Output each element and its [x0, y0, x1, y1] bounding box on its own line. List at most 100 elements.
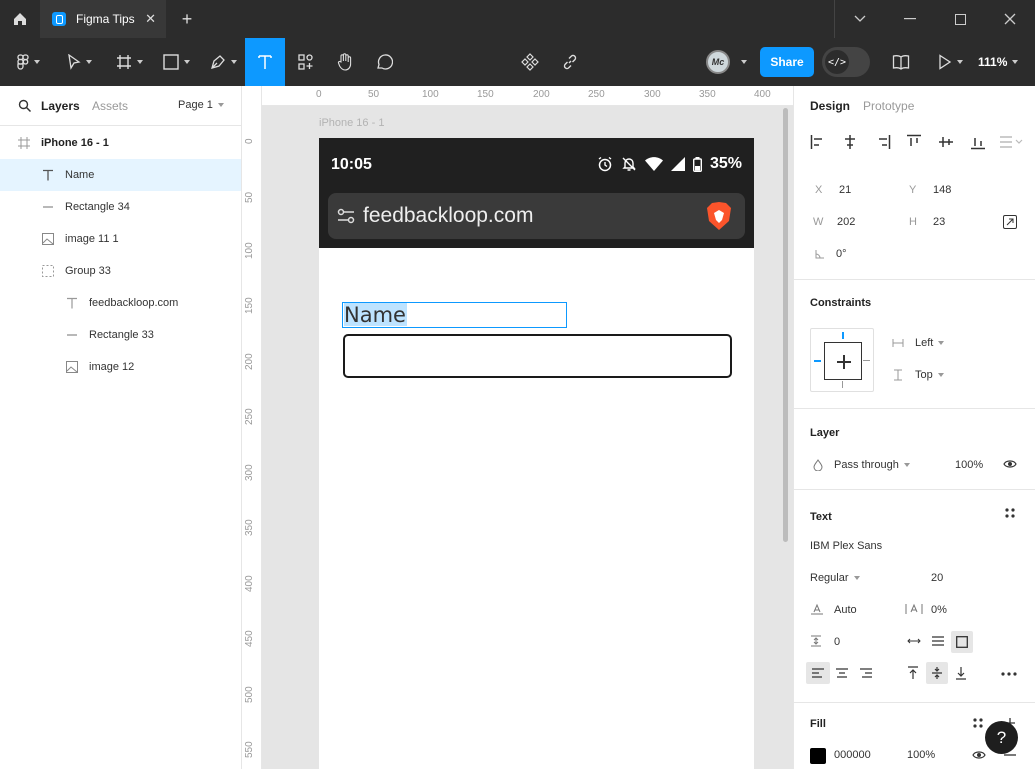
- font-size-field[interactable]: 20: [931, 572, 943, 584]
- tab-assets[interactable]: Assets: [92, 99, 128, 113]
- input-rectangle[interactable]: [343, 334, 732, 378]
- constraint-left-active[interactable]: [814, 360, 821, 362]
- search-icon[interactable]: [18, 99, 32, 113]
- vertical-align-middle-button[interactable]: [926, 662, 948, 684]
- layer-row[interactable]: Name: [0, 159, 241, 191]
- maximize-button[interactable]: [935, 0, 985, 38]
- comment-tool[interactable]: [366, 38, 402, 86]
- align-right-icon[interactable]: [875, 134, 891, 150]
- align-top-icon[interactable]: [906, 134, 922, 150]
- canvas-scrollbar[interactable]: [783, 108, 788, 542]
- brave-lion-icon[interactable]: [706, 201, 732, 231]
- auto-width-icon[interactable]: [907, 636, 921, 646]
- name-text-layer[interactable]: Name: [342, 302, 567, 328]
- layer-row[interactable]: Rectangle 34: [0, 191, 241, 223]
- paragraph-spacing-field[interactable]: 0: [834, 636, 840, 648]
- eye-icon[interactable]: [972, 750, 986, 760]
- align-vertical-center-icon[interactable]: [938, 134, 954, 150]
- browser-url-bar[interactable]: feedbackloop.com: [328, 193, 745, 239]
- canvas[interactable]: 0 50 100 150 200 250 300 350 400 0 50 10…: [242, 86, 793, 769]
- width-field[interactable]: W 202: [813, 216, 855, 228]
- fill-styles-icon[interactable]: [972, 717, 984, 729]
- page-selector[interactable]: Page 1: [178, 99, 224, 111]
- components-button[interactable]: [512, 38, 548, 86]
- tab-layers[interactable]: Layers: [41, 99, 80, 113]
- minimize-button[interactable]: [885, 0, 935, 38]
- move-tool[interactable]: [58, 38, 100, 86]
- main-menu-button[interactable]: [10, 38, 46, 86]
- text-align-right-icon[interactable]: [859, 667, 873, 679]
- font-weight-dropdown[interactable]: Regular: [810, 572, 860, 584]
- library-button[interactable]: [884, 38, 918, 86]
- distribute-icon[interactable]: [999, 134, 1023, 150]
- file-tab[interactable]: Figma Tips ✕: [40, 0, 166, 38]
- layer-opacity-field[interactable]: 100%: [955, 459, 983, 471]
- align-horizontal-center-icon[interactable]: [842, 134, 858, 150]
- layer-row[interactable]: Group 33: [0, 255, 241, 287]
- layer-row[interactable]: feedbackloop.com: [0, 287, 241, 319]
- frame-label[interactable]: iPhone 16 - 1: [319, 117, 384, 129]
- remove-fill-icon[interactable]: [1004, 754, 1016, 756]
- phone-status-area[interactable]: 10:05 35% feedbackloop.com: [319, 138, 754, 248]
- text-styles-icon[interactable]: [1004, 507, 1016, 519]
- frame-tool[interactable]: [108, 38, 150, 86]
- layer-row[interactable]: image 11 1: [0, 223, 241, 255]
- align-left-icon[interactable]: [810, 134, 826, 150]
- layer-row[interactable]: Rectangle 33: [0, 319, 241, 351]
- ruler-tick: 50: [368, 89, 380, 100]
- vertical-align-top-icon[interactable]: [907, 666, 919, 680]
- blend-mode-dropdown[interactable]: Pass through: [834, 459, 910, 471]
- fill-opacity-field[interactable]: 100%: [907, 749, 935, 761]
- constraint-widget[interactable]: [810, 328, 874, 392]
- line-height-field[interactable]: Auto: [834, 604, 857, 616]
- resize-to-fit-icon[interactable]: [1003, 215, 1017, 229]
- phone-frame[interactable]: 10:05 35% feedbackloop.com Name: [319, 138, 754, 769]
- share-button[interactable]: Share: [760, 47, 814, 77]
- home-button[interactable]: [0, 0, 40, 38]
- constraint-bottom[interactable]: [842, 381, 843, 388]
- fixed-size-button[interactable]: [951, 631, 973, 653]
- height-field[interactable]: H 23: [909, 216, 945, 228]
- constraint-right[interactable]: [863, 360, 870, 361]
- close-tab-icon[interactable]: ✕: [145, 11, 156, 27]
- rotation-field[interactable]: 0°: [815, 248, 847, 260]
- tabs-menu-button[interactable]: [835, 0, 885, 38]
- zoom-level[interactable]: 111%: [978, 38, 1019, 86]
- shape-tool[interactable]: [155, 38, 197, 86]
- letter-spacing-field[interactable]: 0%: [931, 604, 947, 616]
- more-options-icon[interactable]: [1001, 672, 1017, 676]
- link-button[interactable]: [552, 38, 588, 86]
- text-align-center-icon[interactable]: [835, 667, 849, 679]
- dev-mode-toggle[interactable]: </>: [822, 47, 870, 77]
- new-tab-button[interactable]: +: [176, 8, 198, 30]
- align-bottom-icon[interactable]: [970, 134, 986, 150]
- vertical-align-bottom-icon[interactable]: [955, 666, 967, 680]
- close-window-button[interactable]: [985, 0, 1035, 38]
- help-button[interactable]: ?: [985, 721, 1018, 754]
- pen-tool[interactable]: [202, 38, 244, 86]
- constraint-top-active[interactable]: [842, 332, 844, 339]
- eye-icon[interactable]: [1003, 459, 1017, 469]
- text-tool[interactable]: [245, 38, 285, 86]
- fill-color-swatch[interactable]: [810, 748, 826, 764]
- hand-tool[interactable]: [327, 38, 363, 86]
- auto-height-icon[interactable]: [931, 635, 945, 647]
- tab-prototype[interactable]: Prototype: [863, 99, 914, 113]
- text-align-left-button[interactable]: [806, 662, 830, 684]
- layer-name: image 11 1: [65, 233, 119, 245]
- resources-tool[interactable]: [287, 38, 325, 86]
- layer-row[interactable]: image 12: [0, 351, 241, 383]
- layer-row[interactable]: iPhone 16 - 1: [0, 127, 241, 159]
- x-field[interactable]: X 21: [815, 184, 851, 196]
- fill-hex-field[interactable]: 000000: [834, 749, 871, 761]
- avatar[interactable]: Mc: [706, 50, 730, 74]
- present-button[interactable]: [930, 38, 970, 86]
- ruler-tick: 150: [477, 89, 494, 100]
- horizontal-constraint-dropdown[interactable]: Left: [915, 337, 945, 349]
- font-family-dropdown[interactable]: IBM Plex Sans: [810, 540, 882, 552]
- site-settings-icon[interactable]: [337, 208, 355, 224]
- avatar-menu-button[interactable]: [734, 38, 748, 86]
- y-field[interactable]: Y 148: [909, 184, 951, 196]
- tab-design[interactable]: Design: [810, 99, 850, 113]
- vertical-constraint-dropdown[interactable]: Top: [915, 369, 944, 381]
